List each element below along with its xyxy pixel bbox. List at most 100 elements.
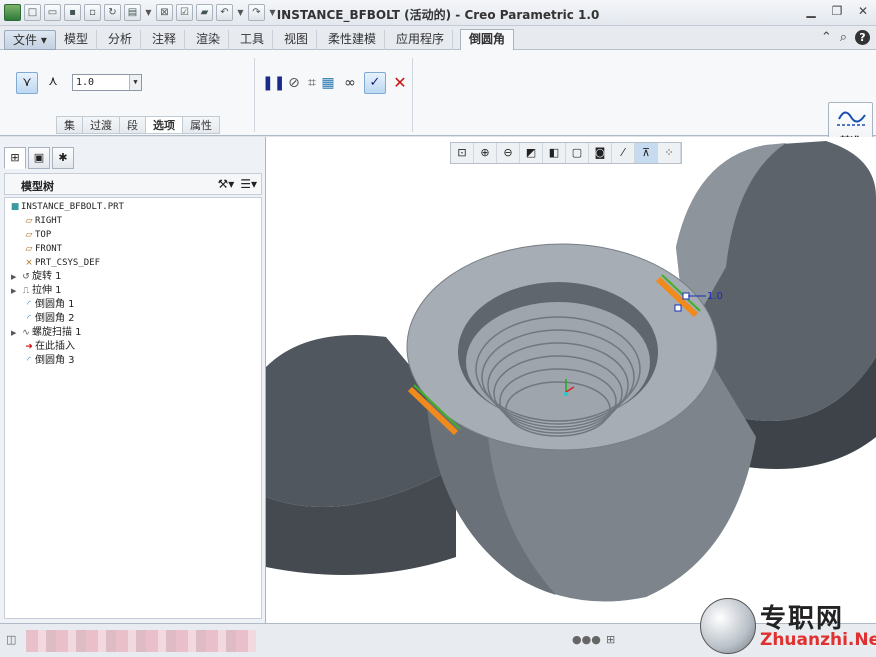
tree-item-label: 倒圆角 2 (35, 313, 75, 324)
apply-icon[interactable]: ✓ (364, 72, 386, 94)
find-icon[interactable]: ⊞ (606, 633, 615, 646)
csys-icon: ⨯ (25, 258, 33, 268)
annotation-display-icon[interactable]: ⊼ (635, 143, 658, 163)
tree-item-label: RIGHT (35, 216, 63, 226)
expand-icon[interactable]: ▶ (11, 271, 20, 284)
favorites-tab-icon[interactable]: ✱ (52, 147, 74, 169)
navigator-panel: ⊞ ▣ ✱ 模型树 ⚒▾ ☰▾ ■ INSTANCE_BFBOLT.PRT ▱ RI… (0, 137, 266, 623)
tab-analysis[interactable]: 分析 (100, 30, 142, 50)
watermark-logo-icon (700, 598, 756, 654)
navigator-tabs: ⊞ ▣ ✱ (4, 147, 74, 169)
subtab-options[interactable]: 选项 (145, 116, 182, 134)
round-radius-dimension[interactable]: 1.0 (707, 291, 723, 302)
tab-file-label: 文件 (13, 33, 38, 47)
revolve-icon: ↺ (22, 272, 30, 282)
datum-plane-icon: ▱ (25, 216, 33, 226)
tree-item[interactable]: ◜ 倒圆角 2 (23, 312, 75, 325)
settings-icon[interactable]: ⚒▾ (217, 177, 234, 191)
round-icon: ◜ (27, 300, 31, 310)
refit-icon[interactable]: ⊡ (451, 143, 474, 163)
wing-nut-model (266, 141, 876, 602)
round-set-mode-icon[interactable]: ⋎ (16, 72, 38, 94)
tree-item-label: 拉伸 1 (32, 285, 62, 296)
tab-render[interactable]: 渲染 (188, 30, 230, 50)
subtab-pieces[interactable]: 段 (119, 116, 145, 134)
subtab-transitions[interactable]: 过渡 (82, 116, 119, 134)
radius-dropdown[interactable]: 1.0 ▼ (72, 74, 142, 91)
restore-icon[interactable]: ❐ (830, 4, 844, 18)
tree-item-label: 旋转 1 (32, 271, 62, 282)
tree-item[interactable]: ▱ FRONT (23, 242, 63, 255)
site-watermark: 专职网 Zhuanzhi.Net (700, 596, 876, 657)
chevron-down-icon[interactable]: ▼ (129, 75, 141, 90)
tree-item[interactable]: ◜ 倒圆角 1 (23, 298, 75, 311)
tab-applications[interactable]: 应用程序 (388, 30, 454, 50)
tree-item-label: TOP (35, 230, 52, 240)
tree-item[interactable]: ■ INSTANCE_BFBOLT.PRT (9, 200, 124, 213)
search-icon[interactable]: ⌕ (840, 30, 847, 45)
round-icon: ◜ (27, 356, 31, 366)
extrude-icon: ⎍ (22, 286, 30, 296)
tree-item[interactable]: ▶ ⎍ 拉伸 1 (11, 284, 62, 297)
datum-display-icon[interactable]: ⁄ (612, 143, 635, 163)
title-bar: □ ▭ ▪ ▫ ↻ ▤ ▼ ⊠ ☑ ▰ ↶ ▼ ↷ ▼ ▾ INSTANCE_B… (0, 0, 876, 26)
help-icon[interactable]: ? (855, 30, 870, 45)
tab-file[interactable]: 文件 ▾ (4, 30, 56, 50)
close-icon[interactable]: ✕ (856, 4, 870, 18)
subtab-sets[interactable]: 集 (56, 116, 82, 134)
tree-item[interactable]: ▱ TOP (23, 228, 52, 241)
tree-item[interactable]: ▶ ∿ 螺旋扫描 1 (11, 326, 82, 339)
zoom-out-icon[interactable]: ⊖ (497, 143, 520, 163)
saved-views-icon[interactable]: ▢ (566, 143, 589, 163)
cancel-icon[interactable]: ✕ (390, 73, 410, 93)
tree-item-label: PRT_CSYS_DEF (35, 258, 101, 268)
tree-item[interactable]: ⨯ PRT_CSYS_DEF (23, 256, 100, 269)
tab-model[interactable]: 模型 (56, 30, 98, 50)
part-icon: ■ (10, 202, 20, 212)
verify-mode-icon[interactable]: ▦ (318, 73, 338, 93)
folder-browser-tab-icon[interactable]: ▣ (28, 147, 50, 169)
tab-tools[interactable]: 工具 (232, 30, 274, 50)
spin-center-icon[interactable]: ⁘ (658, 143, 681, 163)
tab-round[interactable]: 倒圆角 (460, 29, 515, 51)
glasses-icon[interactable]: ∞ (340, 73, 360, 93)
tree-item-label: 倒圆角 1 (35, 299, 75, 310)
tabs-right-tools: ⌃ ⌕ ? (821, 30, 870, 45)
minimize-icon[interactable]: ▁ (804, 4, 818, 18)
show-menu-icon[interactable]: ☰▾ (240, 177, 257, 191)
graphics-toolbar: ⊡ ⊕ ⊖ ◩ ◧ ▢ ◙ ⁄ ⊼ ⁘ (450, 142, 682, 164)
expand-icon[interactable]: ▶ (11, 327, 20, 340)
repaint-icon[interactable]: ◩ (520, 143, 543, 163)
tab-flexible-modeling[interactable]: 柔性建模 (320, 30, 386, 50)
window-title: INSTANCE_BFBOLT (活动的) - Creo Parametric … (276, 8, 600, 22)
tree-item-label: INSTANCE_BFBOLT.PRT (21, 202, 124, 212)
pause-icon[interactable]: ❚❚ (262, 73, 285, 93)
expand-icon[interactable]: ▶ (11, 285, 20, 298)
no-preview-icon[interactable]: ⊘ (284, 73, 304, 93)
transition-mode-icon[interactable]: ⋏ (42, 72, 64, 94)
model-tree-tab-icon[interactable]: ⊞ (4, 147, 26, 169)
insert-here-icon: ➜ (25, 342, 33, 352)
subtab-properties[interactable]: 属性 (182, 116, 220, 134)
progress-dots-icon: ●●● (572, 633, 601, 646)
tree-item-label: 在此插入 (35, 341, 75, 352)
status-toggle-icon[interactable]: ◫ (6, 633, 16, 646)
collapse-ribbon-icon[interactable]: ⌃ (821, 30, 832, 45)
tree-item[interactable]: ▱ RIGHT (23, 214, 63, 227)
tree-item-label: 倒圆角 3 (35, 355, 75, 366)
view-manager-icon[interactable]: ◙ (589, 143, 612, 163)
zoom-in-icon[interactable]: ⊕ (474, 143, 497, 163)
tree-item[interactable]: ◜ 倒圆角 3 (23, 354, 75, 367)
tree-item[interactable]: ➜ 在此插入 (23, 340, 75, 353)
graphics-viewport[interactable]: 1.0 ⊡ ⊕ ⊖ ◩ ◧ ▢ ◙ ⁄ ⊼ ⁘ (266, 137, 876, 623)
display-style-icon[interactable]: ◧ (543, 143, 566, 163)
round-icon: ◜ (27, 314, 31, 324)
blurred-message-area (26, 630, 256, 652)
tab-annotate[interactable]: 注释 (144, 30, 186, 50)
tree-item-label: FRONT (35, 244, 63, 254)
tree-item[interactable]: ▶ ↺ 旋转 1 (11, 270, 62, 283)
ribbon-tabs: 文件 ▾ 模型 分析 注释 渲染 工具 视图 柔性建模 应用程序 倒圆角 ⌃ ⌕… (0, 26, 876, 51)
ribbon-subtabs: 集 过渡 段 选项 属性 (56, 116, 220, 134)
ribbon-divider (254, 58, 255, 132)
tab-view[interactable]: 视图 (276, 30, 318, 50)
